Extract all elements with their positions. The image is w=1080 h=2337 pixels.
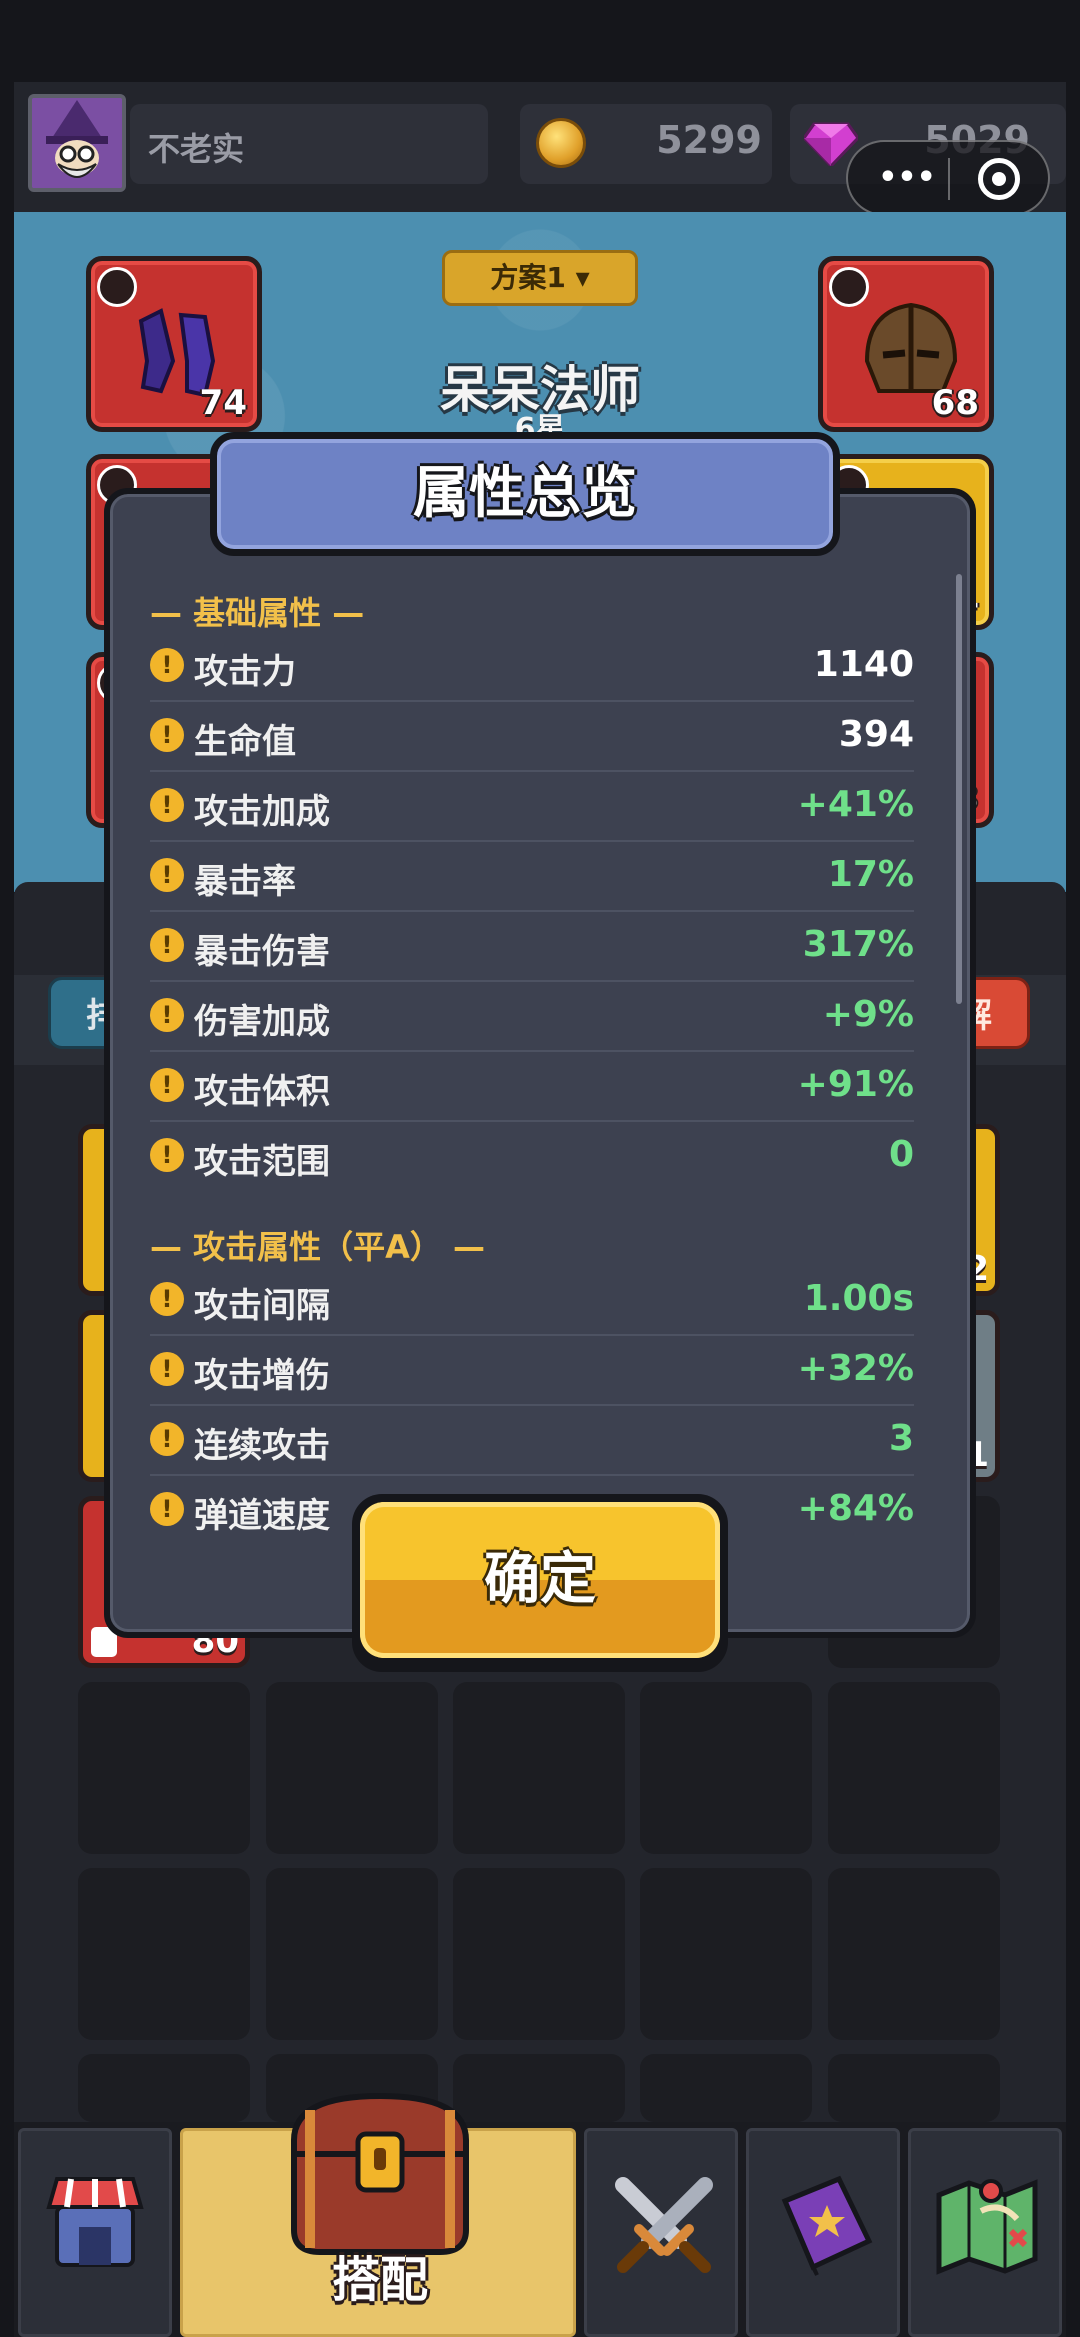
info-icon[interactable]: ! bbox=[150, 648, 184, 682]
section-heading-attack: — 攻击属性（平A） — bbox=[150, 1228, 486, 1266]
info-icon[interactable]: ! bbox=[150, 1138, 184, 1172]
info-icon[interactable]: ! bbox=[150, 858, 184, 892]
attr-value: 17% bbox=[827, 854, 914, 895]
attr-row: ! 生命值 394 bbox=[150, 702, 914, 772]
attr-value: +84% bbox=[797, 1488, 914, 1529]
modal-scrollbar[interactable] bbox=[956, 574, 962, 1004]
attr-value: 0 bbox=[888, 1134, 914, 1175]
attr-label: 弹道速度 bbox=[194, 1496, 330, 1536]
attr-row: ! 攻击力 1140 bbox=[150, 632, 914, 702]
attr-label: 连续攻击 bbox=[194, 1426, 330, 1466]
modal-title-bar: 属性总览 bbox=[210, 432, 840, 556]
attr-row: ! 攻击加成 +41% bbox=[150, 772, 914, 842]
info-icon[interactable]: ! bbox=[150, 998, 184, 1032]
info-icon[interactable]: ! bbox=[150, 1352, 184, 1386]
info-icon[interactable]: ! bbox=[150, 1282, 184, 1316]
attr-label: 攻击体积 bbox=[194, 1072, 330, 1112]
attr-label: 攻击间隔 bbox=[194, 1286, 330, 1326]
attr-value: +41% bbox=[797, 784, 914, 825]
confirm-label: 确定 bbox=[484, 1547, 596, 1612]
attr-value: +9% bbox=[822, 994, 914, 1035]
attr-value: +91% bbox=[797, 1064, 914, 1105]
attr-row: ! 暴击率 17% bbox=[150, 842, 914, 912]
attr-label: 攻击力 bbox=[194, 652, 296, 692]
attr-label: 生命值 bbox=[194, 722, 296, 762]
info-icon[interactable]: ! bbox=[150, 718, 184, 752]
attr-row: ! 暴击伤害 317% bbox=[150, 912, 914, 982]
attr-label: 暴击伤害 bbox=[194, 932, 330, 972]
attr-value: 1140 bbox=[813, 644, 914, 685]
attr-row: ! 攻击范围 0 bbox=[150, 1122, 914, 1192]
info-icon[interactable]: ! bbox=[150, 1068, 184, 1102]
attr-row: ! 攻击间隔 1.00s bbox=[150, 1266, 914, 1336]
attr-label: 伤害加成 bbox=[194, 1002, 330, 1042]
attr-row: ! 伤害加成 +9% bbox=[150, 982, 914, 1052]
attr-label: 攻击增伤 bbox=[194, 1356, 330, 1396]
info-icon[interactable]: ! bbox=[150, 1422, 184, 1456]
info-icon[interactable]: ! bbox=[150, 928, 184, 962]
attr-row: ! 攻击体积 +91% bbox=[150, 1052, 914, 1122]
modal-title: 属性总览 bbox=[413, 461, 637, 526]
attr-row: ! 攻击增伤 +32% bbox=[150, 1336, 914, 1406]
attr-label: 暴击率 bbox=[194, 862, 296, 902]
attr-value: 317% bbox=[802, 924, 914, 965]
attr-value: 3 bbox=[888, 1418, 914, 1459]
attr-label: 攻击范围 bbox=[194, 1142, 330, 1182]
section-heading-basic: — 基础属性 — bbox=[150, 594, 365, 632]
attr-value: +32% bbox=[797, 1348, 914, 1389]
attr-value: 1.00s bbox=[803, 1278, 914, 1319]
attr-row: ! 连续攻击 3 bbox=[150, 1406, 914, 1476]
attr-value: 394 bbox=[838, 714, 914, 755]
attr-label: 攻击加成 bbox=[194, 792, 330, 832]
info-icon[interactable]: ! bbox=[150, 1492, 184, 1526]
info-icon[interactable]: ! bbox=[150, 788, 184, 822]
confirm-button[interactable]: 确定 bbox=[352, 1494, 728, 1672]
